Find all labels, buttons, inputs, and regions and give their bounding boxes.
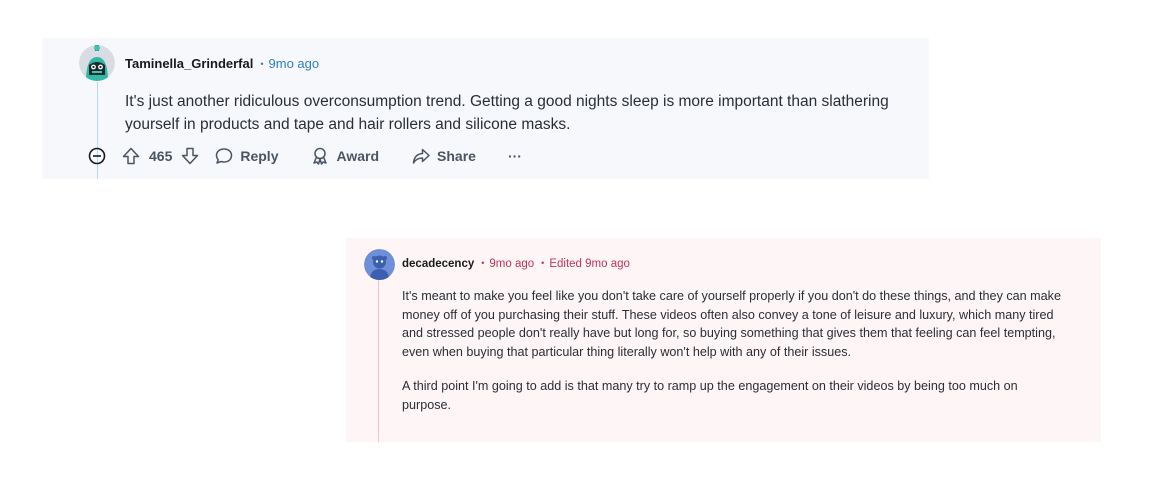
comment-text: It's just another ridiculous overconsump… — [125, 93, 889, 133]
comment-time[interactable]: 9mo ago — [269, 56, 320, 71]
robot-avatar-icon[interactable] — [79, 45, 115, 81]
comment-body: It's meant to make you feel like you don… — [402, 287, 1067, 430]
more-options-icon: ··· — [507, 148, 522, 164]
award-label: Award — [336, 148, 380, 164]
comment-actions: 465 Reply Award Share ··· — [87, 144, 522, 168]
author-name[interactable]: Taminella_Grinderfal — [125, 56, 253, 71]
edited-label: Edited 9mo ago — [549, 258, 630, 270]
author-name[interactable]: decadecency — [402, 258, 474, 270]
share-button[interactable]: Share — [411, 146, 476, 166]
meta-separator: • — [260, 59, 264, 69]
vote-count: 465 — [149, 148, 173, 164]
meta-separator: • — [541, 258, 545, 268]
award-icon — [313, 147, 328, 165]
collapse-button[interactable] — [87, 145, 109, 167]
share-arrow-icon — [412, 148, 430, 164]
award-button[interactable]: Award — [310, 146, 379, 166]
comment-paragraph: It's meant to make you feel like you don… — [402, 289, 1061, 359]
comment-meta: Taminella_Grinderfal • 9mo ago — [125, 56, 319, 71]
default-user-avatar-icon[interactable] — [364, 249, 395, 280]
downvote-button[interactable] — [180, 146, 200, 166]
share-label: Share — [437, 148, 476, 164]
upvote-arrow-icon — [122, 147, 140, 165]
comment-body: It's just another ridiculous overconsump… — [125, 90, 895, 136]
meta-separator: • — [481, 258, 485, 268]
reply-label: Reply — [240, 148, 279, 164]
comment-paragraph: A third point I'm going to add is that m… — [402, 379, 1018, 412]
thread-line[interactable] — [378, 280, 379, 442]
comment-time[interactable]: 9mo ago — [489, 258, 534, 270]
comment-meta: decadecency • 9mo ago • Edited 9mo ago — [402, 258, 630, 270]
downvote-arrow-icon — [182, 147, 199, 165]
speech-bubble-icon — [216, 148, 233, 164]
collapse-icon — [88, 147, 106, 165]
reply-button[interactable]: Reply — [214, 146, 278, 166]
comment-card-decadecency: decadecency • 9mo ago • Edited 9mo ago It's … — [346, 238, 1101, 442]
upvote-button[interactable] — [121, 146, 141, 166]
more-options-button[interactable]: ··· — [508, 148, 522, 164]
comment-card-taminella: Taminella_Grinderfal • 9mo ago It's just a… — [42, 38, 929, 179]
